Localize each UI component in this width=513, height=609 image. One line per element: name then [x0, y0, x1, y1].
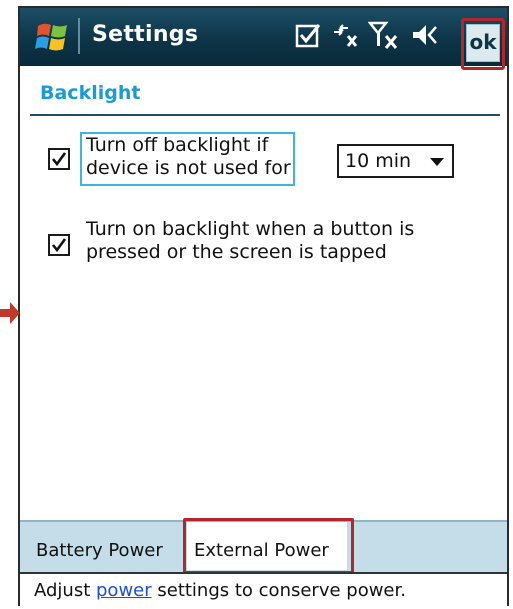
- power-link[interactable]: power: [96, 580, 152, 601]
- tab-highlight-box: [183, 518, 354, 574]
- footer-text: Adjust power settings to conserve power.: [34, 580, 406, 601]
- pointer-arrow-icon: [0, 302, 20, 324]
- footer-prefix: Adjust: [34, 580, 96, 601]
- windows-logo-icon[interactable]: [34, 18, 72, 56]
- chevron-down-icon: [430, 158, 444, 166]
- timeout-value: 10 min: [345, 150, 412, 172]
- tab-battery-power[interactable]: Battery Power: [36, 540, 163, 561]
- backlight-on-label-line1: Turn on backlight when a button is: [86, 218, 415, 240]
- backlight-on-label-line2: pressed or the screen is tapped: [86, 241, 387, 263]
- device-screen: Settings ok Backlight Turn off backlight…: [0, 0, 513, 609]
- backlight-on-checkbox[interactable]: [48, 234, 70, 256]
- connectivity-icon[interactable]: [330, 20, 362, 50]
- ok-button[interactable]: ok: [466, 24, 500, 62]
- page-title: Backlight: [40, 82, 141, 104]
- title-separator: [78, 18, 80, 54]
- signal-off-icon[interactable]: [368, 20, 400, 50]
- checkmark-icon: [51, 238, 67, 253]
- timeout-dropdown[interactable]: 10 min: [337, 144, 454, 178]
- backlight-off-label-line1: Turn off backlight if: [86, 134, 269, 156]
- checklist-icon[interactable]: [293, 20, 325, 50]
- backlight-on-label[interactable]: Turn on backlight when a button is press…: [86, 218, 414, 264]
- backlight-off-label-line2: device is not used for: [86, 157, 291, 179]
- backlight-off-label[interactable]: Turn off backlight if device is not used…: [86, 134, 291, 180]
- footer-suffix: settings to conserve power.: [151, 580, 406, 601]
- speaker-icon[interactable]: [410, 20, 442, 50]
- footer: Adjust power settings to conserve power.: [20, 572, 507, 606]
- page-header: Backlight: [30, 74, 500, 116]
- checkmark-icon: [51, 152, 67, 167]
- app-title: Settings: [92, 22, 199, 47]
- backlight-off-checkbox[interactable]: [48, 148, 70, 170]
